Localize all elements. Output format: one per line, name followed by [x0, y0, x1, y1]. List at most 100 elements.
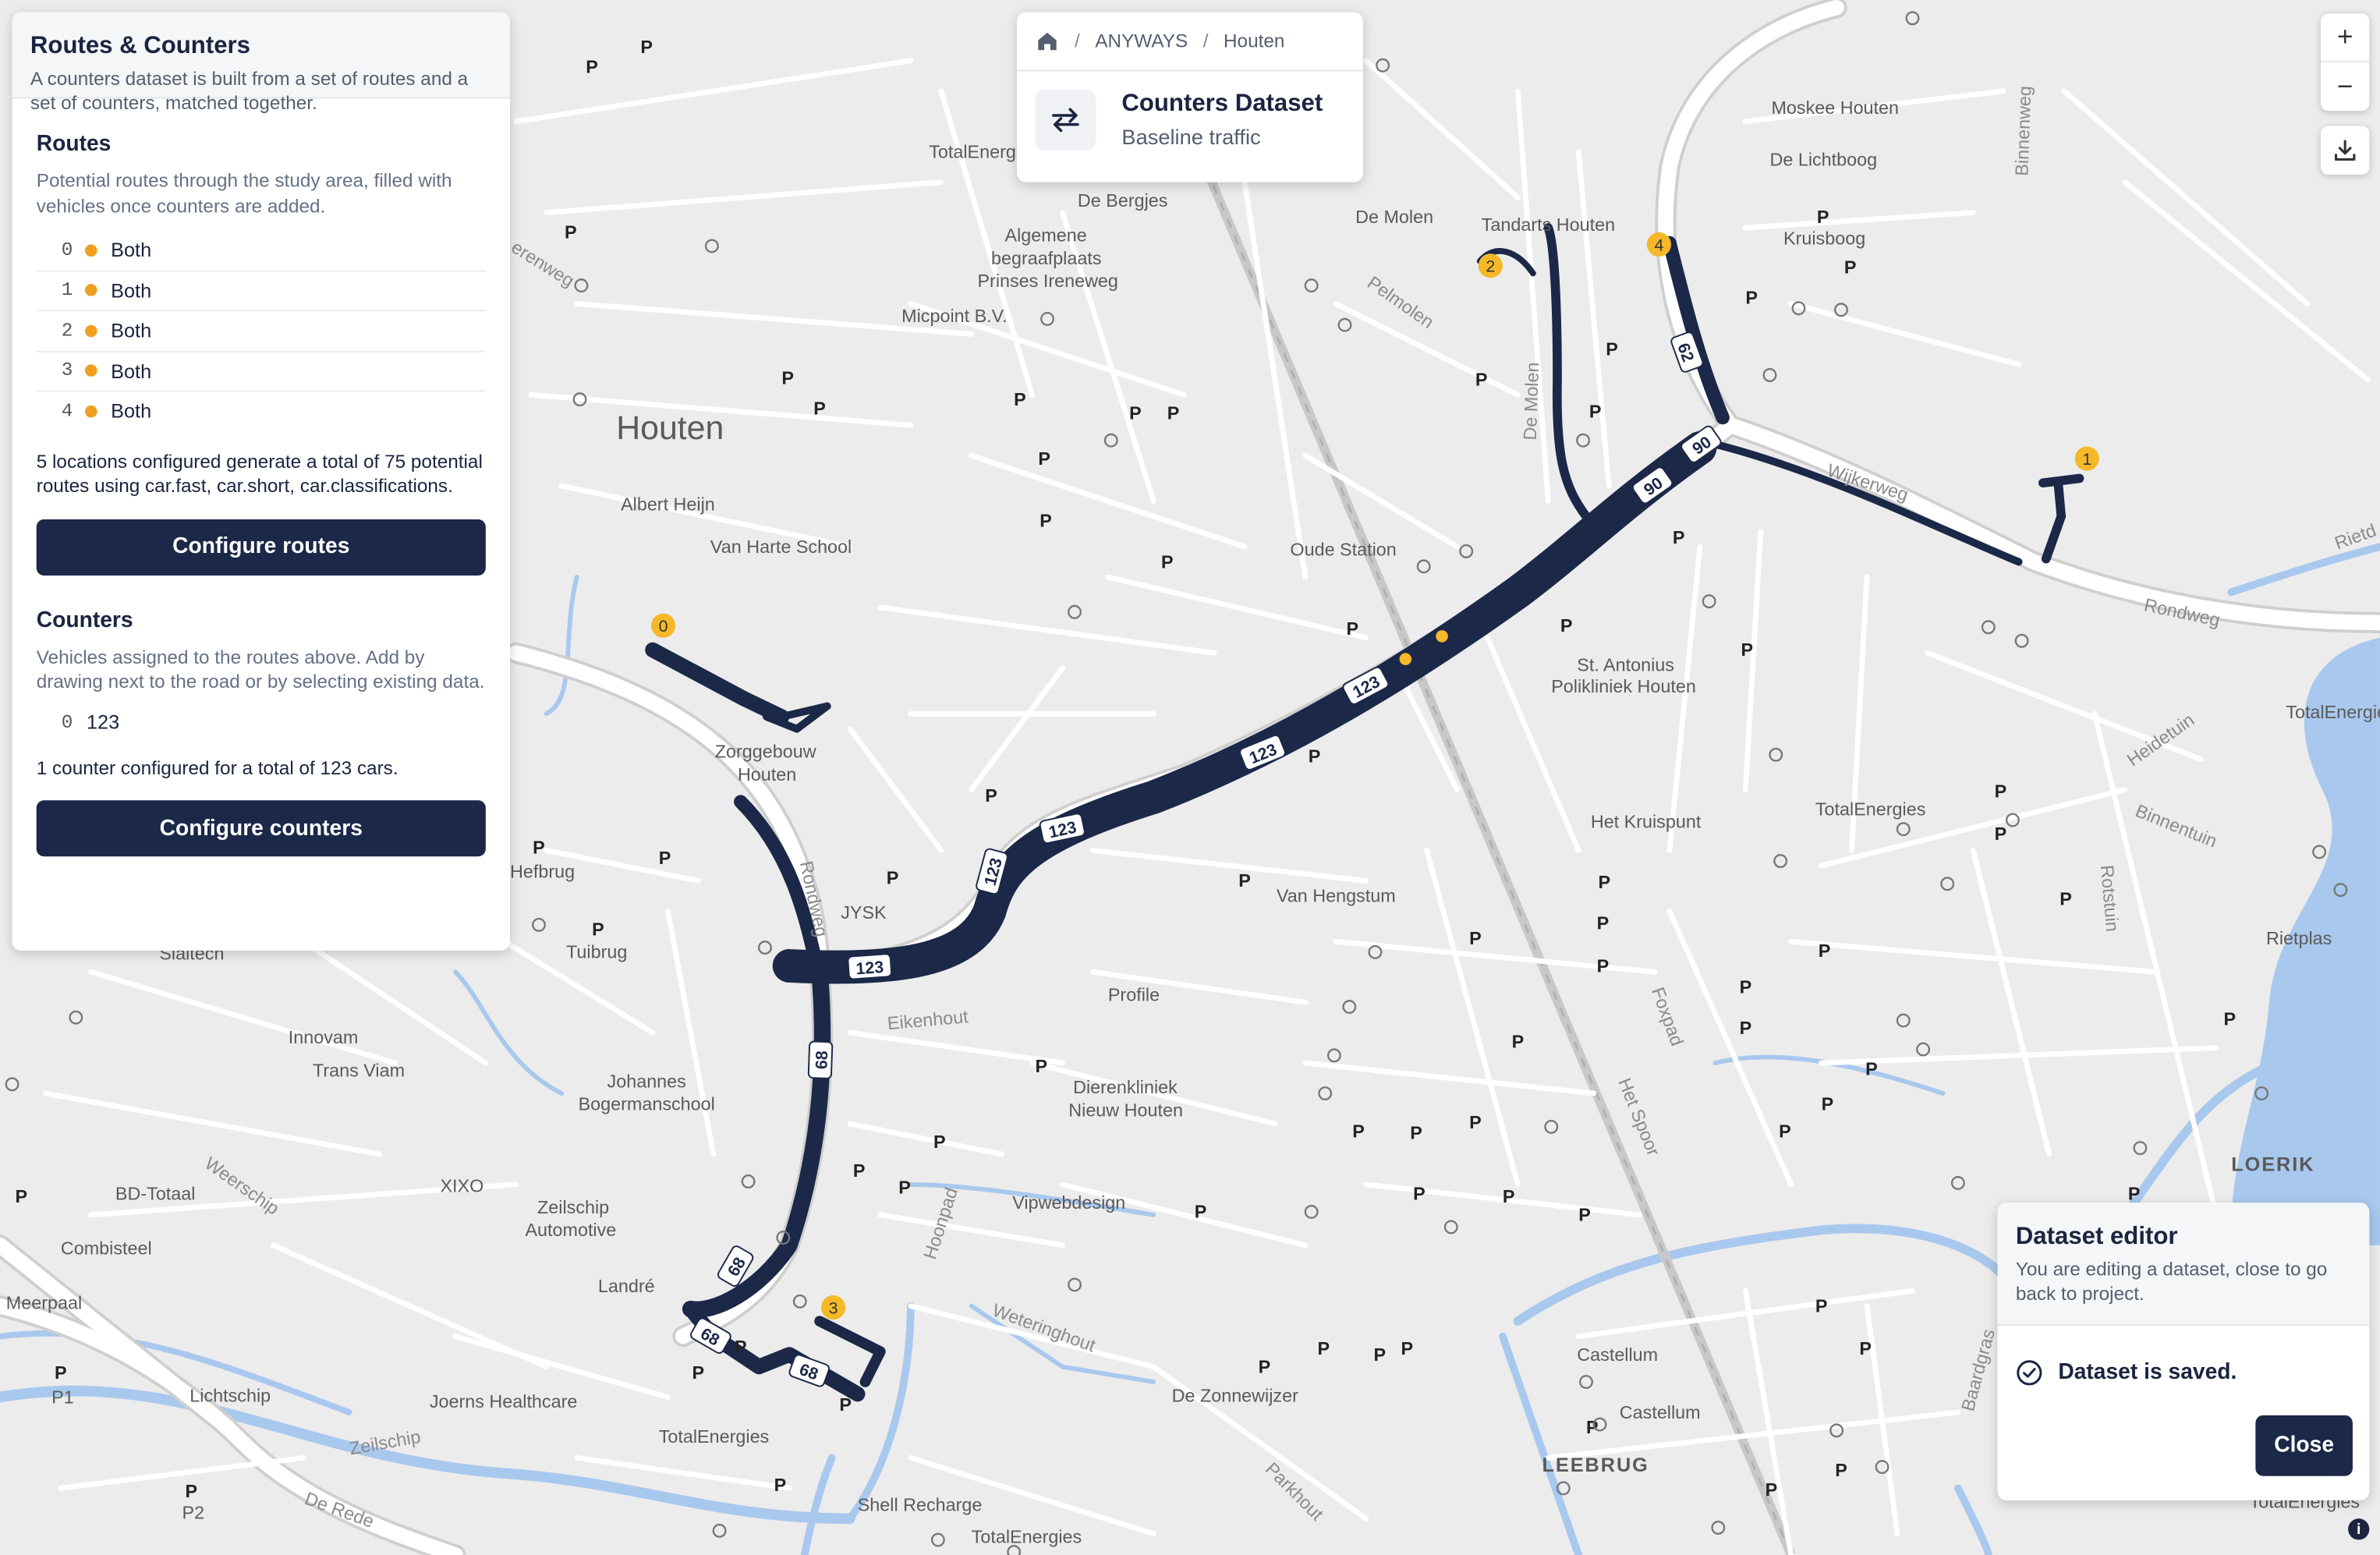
dataset-editor-card: Dataset editor You are editing a dataset…	[1997, 1203, 2370, 1500]
svg-text:P: P	[1779, 1121, 1791, 1142]
configure-counters-button[interactable]: Configure counters	[36, 800, 486, 857]
svg-text:P: P	[1373, 1344, 1386, 1365]
poi-label: Vipwebdesign	[1012, 1192, 1125, 1213]
route-direction: Both	[111, 360, 152, 383]
route-dot	[84, 244, 97, 257]
svg-text:P: P	[1560, 615, 1573, 636]
poi-label: Van Hengstum	[1277, 886, 1396, 906]
route-id: 1	[61, 279, 73, 302]
svg-text:P: P	[1035, 1056, 1047, 1076]
route-point-3[interactable]: 3	[821, 1295, 846, 1320]
counter-item[interactable]: 0 123	[37, 704, 486, 741]
svg-text:3: 3	[829, 1298, 838, 1317]
route-label: 68	[807, 1040, 834, 1079]
dataset-subtitle: Baseline traffic	[1121, 124, 1261, 149]
svg-text:P: P	[1766, 1479, 1778, 1500]
svg-text:P: P	[887, 867, 899, 887]
route-point-2[interactable]: 2	[1478, 253, 1503, 278]
poi-label: Zeilschip	[537, 1197, 609, 1217]
configure-routes-button[interactable]: Configure routes	[36, 519, 486, 576]
panel-header: Routes & Counters A counters dataset is …	[12, 12, 510, 114]
svg-text:P: P	[1815, 1295, 1828, 1316]
svg-text:P: P	[15, 1186, 27, 1206]
svg-text:P: P	[1859, 1338, 1872, 1358]
route-direction: Both	[111, 399, 152, 423]
close-button[interactable]: Close	[2255, 1415, 2353, 1476]
svg-text:P: P	[1578, 1205, 1591, 1225]
download-button[interactable]	[2321, 126, 2370, 175]
route-id: 3	[61, 360, 73, 382]
poi-label: Het Kruispunt	[1591, 811, 1702, 831]
route-label-text: 123	[855, 958, 884, 978]
svg-text:P: P	[1346, 618, 1358, 639]
poi-label: Automotive	[525, 1220, 616, 1240]
svg-text:2: 2	[1486, 257, 1495, 276]
route-item[interactable]: 1 Both	[36, 271, 486, 312]
counters-title: Counters	[36, 607, 133, 633]
poi-label: TotalEnergies	[972, 1526, 1082, 1546]
svg-text:P: P	[774, 1475, 787, 1495]
swap-arrows-icon	[1035, 89, 1096, 151]
svg-text:P: P	[1819, 940, 1831, 961]
route-point-0[interactable]: 0	[651, 613, 676, 638]
svg-text:P: P	[1817, 207, 1829, 227]
svg-text:P: P	[185, 1481, 197, 1501]
route-dot	[84, 284, 97, 297]
route-point-1[interactable]: 1	[2074, 446, 2099, 471]
route-point-4[interactable]: 4	[1646, 232, 1671, 257]
dataset-header-card: / ANYWAYS / Houten Counters Dataset Base…	[1017, 12, 1363, 182]
check-circle-icon	[2016, 1359, 2043, 1387]
poi-label: Nieuw Houten	[1068, 1100, 1183, 1120]
svg-text:P: P	[1410, 1122, 1422, 1142]
route-item[interactable]: 3 Both	[36, 352, 486, 392]
routes-summary: 5 locations configured generate a total …	[36, 450, 483, 497]
poi-label: Dierenkliniek	[1073, 1077, 1178, 1097]
route-list: 0 Both 1 Both 2 Both 3 Both 4 Both	[36, 231, 486, 430]
breadcrumb-item-anyways[interactable]: ANYWAYS	[1095, 30, 1188, 51]
poi-label: Tuibrug	[566, 942, 627, 962]
svg-text:P: P	[853, 1160, 866, 1181]
home-icon[interactable]	[1035, 29, 1059, 53]
poi-label: Moskee Houten	[1771, 97, 1899, 118]
poi-label: JYSK	[841, 902, 887, 923]
route-dot	[84, 364, 97, 377]
poi-label: Bogermanschool	[579, 1093, 715, 1114]
dataset-info: Counters Dataset Baseline traffic	[1017, 72, 1363, 169]
routes-counters-panel: Routes & Counters A counters dataset is …	[12, 12, 510, 951]
svg-text:P: P	[1469, 1112, 1482, 1132]
svg-text:P: P	[533, 837, 545, 857]
zoom-in-button[interactable]: +	[2321, 14, 2370, 62]
svg-text:P: P	[1352, 1121, 1365, 1142]
svg-text:P: P	[2223, 1008, 2236, 1029]
route-item[interactable]: 0 Both	[36, 231, 486, 271]
poi-label: Micpoint B.V.	[901, 306, 1007, 326]
save-status-text: Dataset is saved.	[2058, 1360, 2237, 1385]
svg-text:P: P	[659, 848, 671, 868]
breadcrumb-item-houten[interactable]: Houten	[1224, 30, 1284, 51]
svg-text:P: P	[1599, 872, 1611, 892]
svg-text:P: P	[1673, 527, 1685, 547]
route-id: 0	[61, 239, 73, 261]
poi-label: Shell Recharge	[858, 1495, 983, 1515]
route-item[interactable]: 2 Both	[36, 311, 486, 352]
route-item[interactable]: 4 Both	[37, 391, 486, 430]
svg-text:P: P	[1835, 1460, 1847, 1480]
route-id: 2	[61, 320, 73, 342]
info-icon[interactable]: i	[2348, 1518, 2370, 1540]
zoom-out-button[interactable]: −	[2321, 62, 2369, 111]
editor-description: You are editing a dataset, close to go b…	[2015, 1259, 2328, 1305]
svg-text:P: P	[1413, 1183, 1426, 1203]
editor-title: Dataset editor	[2015, 1224, 2178, 1250]
poi-label: BD-Totaal	[115, 1183, 196, 1203]
svg-text:P: P	[1740, 1018, 1752, 1038]
poi-label: Algemene	[1005, 225, 1087, 246]
svg-text:P: P	[1167, 402, 1180, 423]
svg-text:P: P	[1401, 1338, 1414, 1358]
svg-text:P: P	[2128, 1183, 2141, 1203]
poi-label: Prinses Ireneweg	[977, 271, 1117, 291]
svg-text:4: 4	[1654, 236, 1663, 254]
street-label: Binnenweg	[2011, 86, 2035, 176]
dataset-title: Counters Dataset	[1121, 90, 1323, 117]
svg-text:P: P	[1589, 402, 1602, 422]
svg-text:P: P	[1512, 1032, 1525, 1052]
